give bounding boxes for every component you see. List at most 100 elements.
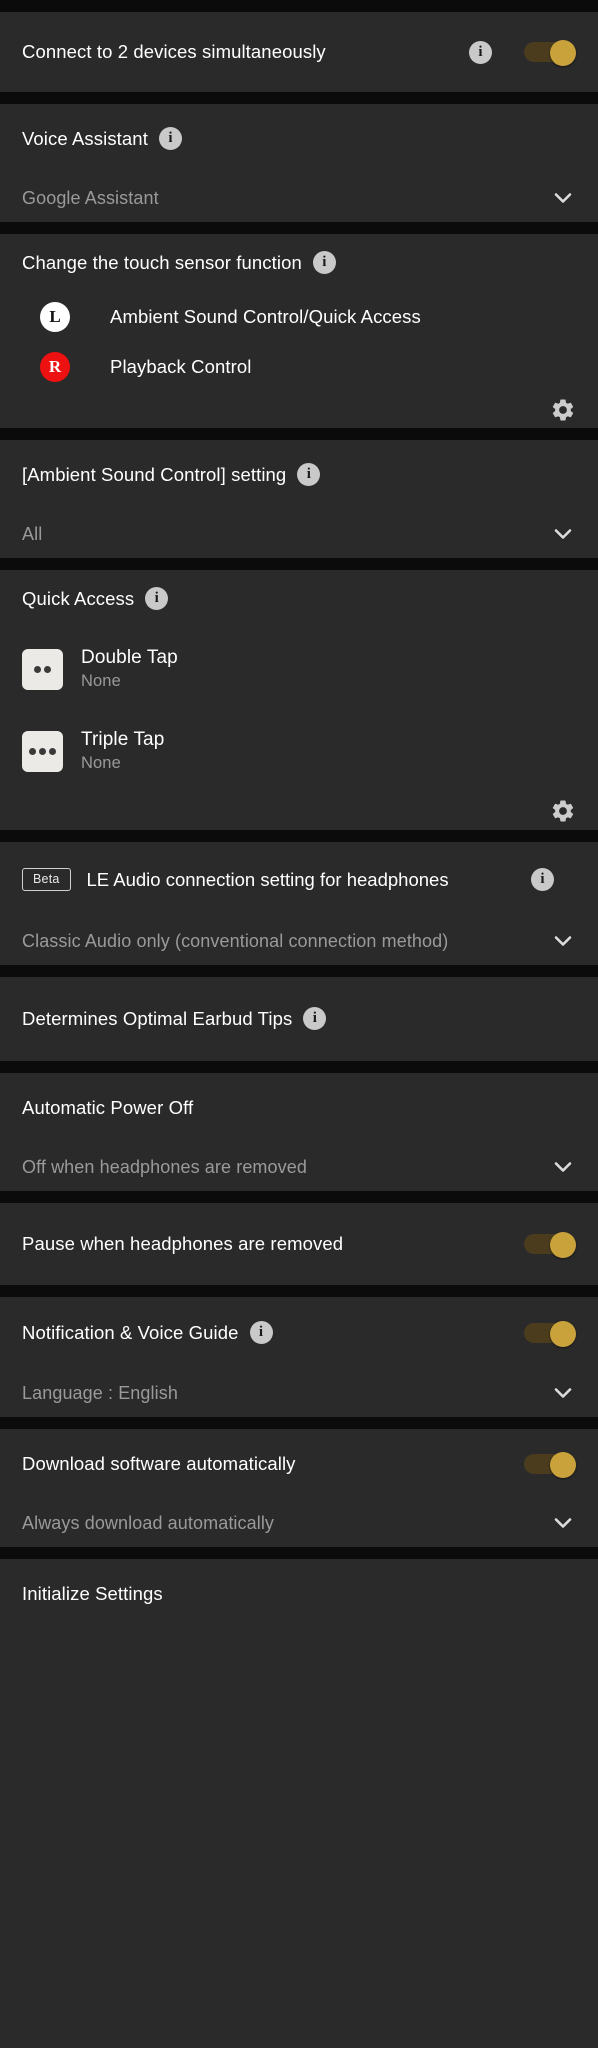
section-le-audio: Beta LE Audio connection setting for hea… (0, 842, 598, 965)
quick-access-settings-button[interactable] (0, 792, 598, 830)
auto-download-header: Download software automatically (0, 1429, 598, 1499)
right-earbud-badge: R (40, 352, 70, 382)
earbud-tips-title: Determines Optimal Earbud Tips (22, 1008, 293, 1030)
le-audio-title: LE Audio connection setting for headphon… (86, 868, 449, 890)
section-notification-voice-guide: Notification & Voice Guide i Language : … (0, 1297, 598, 1417)
section-divider (0, 92, 598, 104)
settings-screen: Connect to 2 devices simultaneously i Vo… (0, 0, 598, 2048)
touch-sensor-right-row[interactable]: R Playback Control (0, 342, 598, 392)
gear-icon (552, 399, 574, 421)
tap-dot (29, 747, 36, 755)
voice-assistant-header: Voice Assistant i (0, 104, 598, 174)
multipoint-title-group: Connect to 2 devices simultaneously (22, 40, 469, 64)
info-icon[interactable]: i (312, 251, 336, 275)
notification-voice-guide-title: Notification & Voice Guide (22, 1322, 239, 1344)
notification-language-value: Language : English (22, 1382, 178, 1403)
beta-badge: Beta (22, 868, 71, 891)
quick-access-title-group: Quick Access i (22, 587, 576, 611)
ambient-sound-dropdown[interactable]: All (0, 510, 598, 558)
le-audio-value: Classic Audio only (conventional connect… (22, 930, 449, 951)
section-divider (0, 428, 598, 440)
section-multipoint: Connect to 2 devices simultaneously i (0, 12, 598, 92)
auto-download-dropdown[interactable]: Always download automatically (0, 1499, 598, 1547)
section-voice-assistant: Voice Assistant i Google Assistant (0, 104, 598, 222)
chevron-down-icon[interactable] (550, 1154, 576, 1180)
toggle-knob (550, 40, 576, 66)
multipoint-row[interactable]: Connect to 2 devices simultaneously i (0, 12, 598, 92)
ambient-sound-title-group: [Ambient Sound Control] setting i (22, 463, 576, 487)
touch-sensor-title: Change the touch sensor function (22, 252, 302, 274)
info-icon[interactable]: i (297, 463, 321, 487)
toggle-knob (550, 1232, 576, 1258)
triple-tap-texts: Triple Tap None (81, 729, 164, 773)
touch-sensor-settings-button[interactable] (0, 392, 598, 428)
tap-dot (49, 747, 56, 755)
auto-power-off-value: Off when headphones are removed (22, 1156, 307, 1177)
earbud-tips-row[interactable]: Determines Optimal Earbud Tips i (0, 977, 598, 1061)
double-tap-name: Double Tap (81, 647, 178, 668)
double-tap-value: None (81, 672, 121, 690)
le-audio-dropdown[interactable]: Classic Audio only (conventional connect… (0, 917, 598, 965)
info-icon[interactable]: i (145, 587, 169, 611)
section-pause-on-removal: Pause when headphones are removed (0, 1203, 598, 1285)
info-icon[interactable]: i (303, 1007, 327, 1031)
notification-language-dropdown[interactable]: Language : English (0, 1369, 598, 1417)
voice-assistant-title-group: Voice Assistant i (22, 127, 576, 151)
tap-dot (44, 665, 51, 673)
double-tap-texts: Double Tap None (81, 647, 178, 691)
pause-on-removal-toggle[interactable] (524, 1232, 576, 1258)
tap-dot (34, 665, 41, 673)
quick-access-double-tap-row[interactable]: Double Tap None (0, 628, 598, 710)
section-divider (0, 558, 598, 570)
le-audio-header: Beta LE Audio connection setting for hea… (0, 842, 598, 917)
touch-sensor-left-row[interactable]: L Ambient Sound Control/Quick Access (0, 292, 598, 342)
toggle-knob (550, 1452, 576, 1478)
info-icon[interactable]: i (469, 40, 492, 64)
auto-power-off-title-group: Automatic Power Off (22, 1096, 576, 1120)
quick-access-header: Quick Access i (0, 570, 598, 628)
section-divider (0, 222, 598, 234)
auto-download-toggle[interactable] (524, 1452, 576, 1478)
section-earbud-tips: Determines Optimal Earbud Tips i (0, 977, 598, 1061)
chevron-down-icon[interactable] (550, 1380, 576, 1406)
section-divider (0, 1285, 598, 1297)
info-icon[interactable]: i (158, 127, 182, 151)
notification-voice-guide-header: Notification & Voice Guide i (0, 1297, 598, 1369)
triple-tap-value: None (81, 754, 121, 772)
info-icon[interactable]: i (249, 1321, 273, 1345)
section-touch-sensor: Change the touch sensor function i L Amb… (0, 234, 598, 428)
toggle-knob (550, 1321, 576, 1347)
section-auto-power-off: Automatic Power Off Off when headphones … (0, 1073, 598, 1191)
right-earbud-function: Playback Control (110, 356, 252, 377)
chevron-down-icon[interactable] (550, 185, 576, 211)
quick-access-title: Quick Access (22, 588, 135, 610)
double-tap-icon (22, 648, 63, 690)
pause-on-removal-row[interactable]: Pause when headphones are removed (0, 1203, 598, 1285)
left-earbud-badge: L (40, 302, 70, 332)
quick-access-triple-tap-row[interactable]: Triple Tap None (0, 710, 598, 792)
touch-sensor-title-group: Change the touch sensor function i (22, 251, 576, 275)
auto-power-off-title: Automatic Power Off (22, 1097, 194, 1119)
chevron-down-icon[interactable] (550, 928, 576, 954)
notification-voice-guide-toggle[interactable] (524, 1321, 576, 1347)
section-divider (0, 830, 598, 842)
auto-power-off-header: Automatic Power Off (0, 1073, 598, 1143)
triple-tap-icon (22, 730, 63, 772)
voice-assistant-dropdown[interactable]: Google Assistant (0, 174, 598, 222)
section-divider (0, 1191, 598, 1203)
section-ambient-sound-control: [Ambient Sound Control] setting i All (0, 440, 598, 558)
auto-download-title-group: Download software automatically (22, 1452, 524, 1476)
chevron-down-icon[interactable] (550, 521, 576, 547)
auto-power-off-dropdown[interactable]: Off when headphones are removed (0, 1143, 598, 1191)
auto-download-title: Download software automatically (22, 1453, 296, 1475)
chevron-down-icon[interactable] (550, 1510, 576, 1536)
multipoint-toggle[interactable] (524, 40, 576, 66)
multipoint-title: Connect to 2 devices simultaneously (22, 41, 326, 63)
notification-voice-guide-title-group: Notification & Voice Guide i (22, 1321, 524, 1345)
ambient-sound-value: All (22, 523, 43, 544)
ambient-sound-header: [Ambient Sound Control] setting i (0, 440, 598, 510)
initialize-settings-row[interactable]: Initialize Settings (0, 1559, 598, 1629)
voice-assistant-value: Google Assistant (22, 187, 159, 208)
section-divider (0, 1417, 598, 1429)
info-icon[interactable]: i (531, 868, 554, 891)
